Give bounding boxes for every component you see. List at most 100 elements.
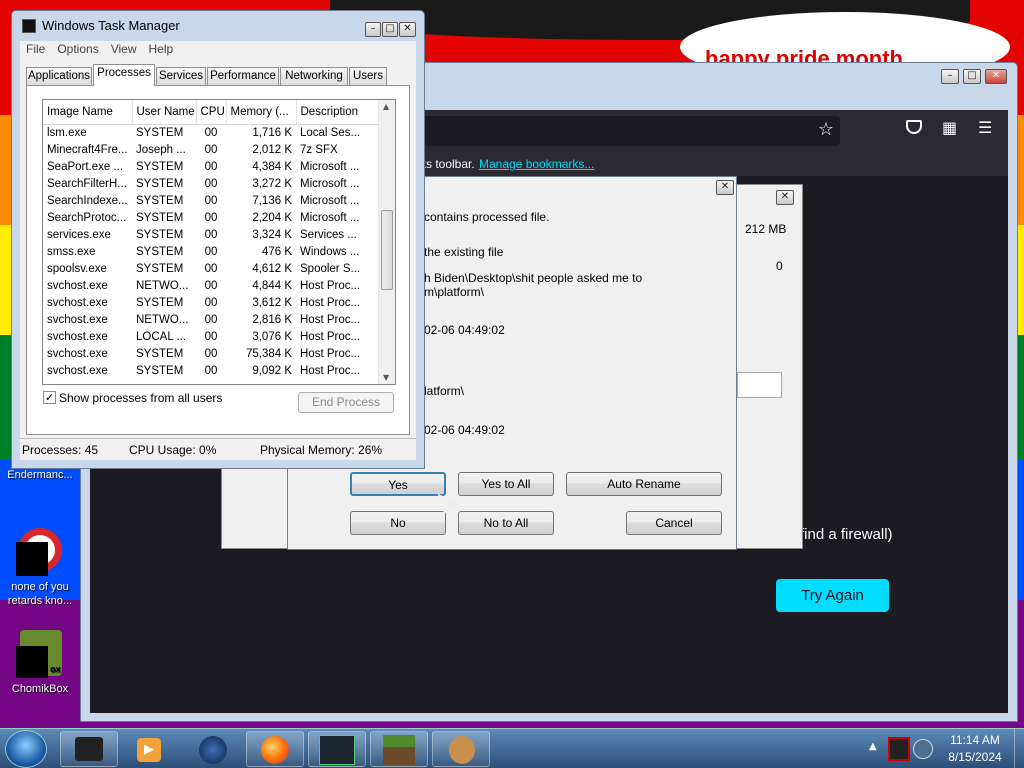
column-header-description[interactable]: Description xyxy=(296,100,381,125)
table-row[interactable]: svchost.exe SYSTEM 00 75,384 K Host Proc... xyxy=(43,345,380,362)
menu-view[interactable]: View xyxy=(105,41,143,57)
no-to-all-button[interactable]: No to All xyxy=(458,511,554,535)
cell-cpu: 00 xyxy=(204,177,218,190)
tab-networking[interactable]: Networking xyxy=(280,67,348,85)
column-header-memory[interactable]: Memory (... xyxy=(226,100,297,125)
page-error-text: find a firewall) xyxy=(800,526,893,543)
no-button[interactable]: No xyxy=(350,511,446,535)
tab-processes[interactable]: Processes xyxy=(93,64,155,86)
clock-time[interactable]: 11:14 AM xyxy=(940,733,1010,747)
count-value: 0 xyxy=(776,259,783,273)
cell-image-name: SearchFilterH... xyxy=(47,177,127,190)
tab-services[interactable]: Services xyxy=(156,67,206,85)
status-bar: Processes: 45 CPU Usage: 0% Physical Mem… xyxy=(20,438,416,460)
table-row[interactable]: svchost.exe NETWO... 00 2,816 K Host Proc... xyxy=(43,311,380,328)
menu-file[interactable]: File xyxy=(20,41,51,57)
url-bar[interactable]: ☆ xyxy=(420,116,840,146)
process-list: Image Name User Name CPU Memory (... Des… xyxy=(42,99,396,385)
yes-button[interactable]: Yes xyxy=(350,472,446,496)
existing-file-date: 02-06 04:49:02 xyxy=(424,323,505,337)
taskbar-minecraft[interactable] xyxy=(370,731,428,767)
taskbar-media-player[interactable]: ▶ xyxy=(120,731,178,767)
bookmarks-text: ks toolbar. xyxy=(420,157,475,171)
scroll-down-icon[interactable]: ▼ xyxy=(383,373,389,382)
column-header-user-name[interactable]: User Name xyxy=(132,100,197,125)
scroll-thumb[interactable] xyxy=(381,210,393,290)
maximize-button[interactable]: □ xyxy=(963,69,981,84)
menu-options[interactable]: Options xyxy=(51,41,104,57)
tray-expand-icon[interactable]: ▲ xyxy=(869,741,877,752)
desktop-icon-opera[interactable]: none of you retards kno... xyxy=(0,528,80,608)
end-process-button[interactable]: End Process xyxy=(298,392,394,413)
cell-image-name: smss.exe xyxy=(47,245,96,258)
taskbar-globe[interactable] xyxy=(184,731,242,767)
cell-user-name: SYSTEM xyxy=(136,194,184,207)
taskbar-hamster[interactable] xyxy=(432,731,490,767)
cell-image-name: svchost.exe xyxy=(47,279,108,292)
window-title: Windows Task Manager xyxy=(42,18,180,33)
table-row[interactable]: smss.exe SYSTEM 00 476 K Windows ... xyxy=(43,243,380,260)
tab-performance[interactable]: Performance xyxy=(207,67,279,85)
minimize-button[interactable]: – xyxy=(941,69,959,84)
cell-cpu: 00 xyxy=(204,194,218,207)
table-row[interactable]: SearchFilterH... SYSTEM 00 3,272 K Microsoft… xyxy=(43,175,380,192)
desktop-icon-label: none of you retards kno... xyxy=(7,581,73,607)
minimize-button[interactable]: – xyxy=(365,22,381,37)
cell-cpu: 00 xyxy=(204,262,218,275)
table-row[interactable]: SearchProtoc... SYSTEM 00 2,204 K Microsoft … xyxy=(43,209,380,226)
show-all-users-checkbox[interactable]: ✓ xyxy=(43,391,56,404)
desktop-icon-endermanc[interactable]: Endermanc... xyxy=(0,468,80,482)
maximize-button[interactable]: □ xyxy=(382,22,398,37)
extensions-icon[interactable]: ▦ xyxy=(942,118,957,137)
desktop-icon-chomikbox[interactable]: ox ChomikBox xyxy=(0,630,80,696)
table-row[interactable]: Minecraft4Fre... Joseph ... 00 2,012 K 7z SF… xyxy=(43,141,380,158)
table-row[interactable]: svchost.exe SYSTEM 00 9,092 K Host Proc... xyxy=(43,362,380,379)
tab-users[interactable]: Users xyxy=(349,67,387,85)
table-row[interactable]: SearchIndexe... SYSTEM 00 7,136 K Microsoft … xyxy=(43,192,380,209)
cell-memory: 2,204 K xyxy=(252,211,292,224)
close-button[interactable]: ✕ xyxy=(776,190,794,205)
cell-user-name: SYSTEM xyxy=(136,160,184,173)
table-row[interactable]: lsm.exe SYSTEM 00 1,716 K Local Ses... xyxy=(43,124,380,141)
cancel-button[interactable]: Cancel xyxy=(626,511,722,535)
close-button[interactable]: ✕ xyxy=(985,69,1007,84)
vertical-scrollbar[interactable]: ▲ ▼ xyxy=(378,100,395,384)
pocket-icon[interactable] xyxy=(906,120,922,134)
taskbar-firefox[interactable] xyxy=(246,731,304,767)
cell-image-name: svchost.exe xyxy=(47,296,108,309)
bookmark-star-icon[interactable]: ☆ xyxy=(818,119,834,140)
table-row[interactable]: spoolsv.exe SYSTEM 00 4,612 K Spooler S... xyxy=(43,260,380,277)
table-row[interactable]: SeaPort.exe ... SYSTEM 00 4,384 K Microsoft … xyxy=(43,158,380,175)
table-row[interactable]: svchost.exe SYSTEM 00 3,612 K Host Proc... xyxy=(43,294,380,311)
processes-panel: Image Name User Name CPU Memory (... Des… xyxy=(26,85,410,435)
start-button[interactable] xyxy=(5,730,47,768)
clock-date[interactable]: 8/15/2024 xyxy=(940,750,1010,764)
table-row[interactable]: services.exe SYSTEM 00 3,324 K Services ... xyxy=(43,226,380,243)
manage-bookmarks-link[interactable]: Manage bookmarks... xyxy=(479,157,594,171)
cell-memory: 3,612 K xyxy=(252,296,292,309)
close-button[interactable]: ✕ xyxy=(716,180,734,195)
cell-user-name: Joseph ... xyxy=(136,143,186,156)
taskbar-game[interactable] xyxy=(308,731,366,767)
column-header-cpu[interactable]: CPU xyxy=(196,100,227,125)
volume-icon[interactable] xyxy=(913,739,933,759)
table-row[interactable]: svchost.exe NETWO... 00 4,844 K Host Proc... xyxy=(43,277,380,294)
tab-applications[interactable]: Applications xyxy=(26,67,92,85)
menu-help[interactable]: Help xyxy=(143,41,180,57)
show-desktop-button[interactable] xyxy=(1014,729,1024,768)
desktop-icon-label: ChomikBox xyxy=(11,683,69,695)
taskbar-terminal[interactable] xyxy=(60,731,118,767)
cell-user-name: SYSTEM xyxy=(136,296,184,309)
scroll-up-icon[interactable]: ▲ xyxy=(383,102,389,111)
yes-to-all-button[interactable]: Yes to All xyxy=(458,472,554,496)
cell-description: Host Proc... xyxy=(300,330,361,343)
column-header-image-name[interactable]: Image Name xyxy=(43,100,133,125)
cell-user-name: SYSTEM xyxy=(136,228,184,241)
menu-icon[interactable]: ☰ xyxy=(978,118,992,137)
path-field[interactable] xyxy=(737,372,782,398)
close-button[interactable]: ✕ xyxy=(399,22,416,37)
table-row[interactable]: svchost.exe LOCAL ... 00 3,076 K Host Proc..… xyxy=(43,328,380,345)
tray-app-icon[interactable] xyxy=(888,737,910,761)
auto-rename-button[interactable]: Auto Rename xyxy=(566,472,722,496)
try-again-button[interactable]: Try Again xyxy=(776,579,889,612)
